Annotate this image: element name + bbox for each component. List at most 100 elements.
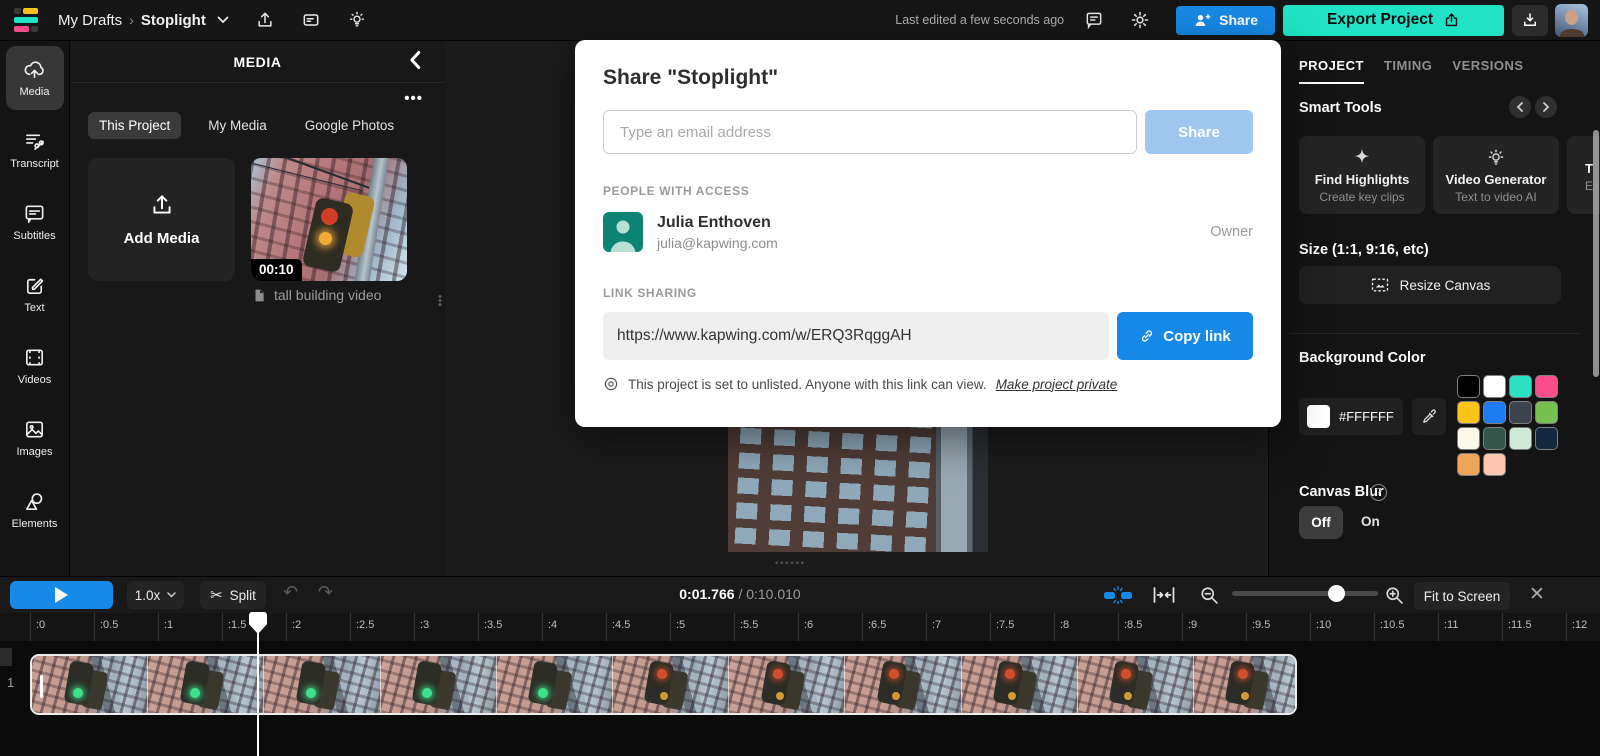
color-swatch[interactable] bbox=[1458, 454, 1479, 475]
track-control[interactable] bbox=[0, 648, 12, 666]
panel-tab-versions[interactable]: VERSIONS bbox=[1452, 58, 1523, 84]
chevron-down-icon[interactable] bbox=[217, 16, 229, 24]
video-clip[interactable] bbox=[30, 654, 1297, 715]
sidebar-item-images[interactable]: Images bbox=[6, 406, 64, 470]
eyedropper-button[interactable] bbox=[1412, 398, 1446, 435]
collapse-panel-icon[interactable] bbox=[407, 50, 423, 70]
smart-tool-label: Find Highlights bbox=[1315, 172, 1410, 187]
media-icon bbox=[23, 58, 46, 81]
color-swatch[interactable] bbox=[1536, 428, 1557, 449]
scrollbar[interactable] bbox=[1593, 130, 1599, 377]
timeline-ruler[interactable]: :0:0.5:1:1.5:2:2.5:3:3.5:4:4.5:5:5.5:6:6… bbox=[0, 612, 1600, 641]
media-tab-my-media[interactable]: My Media bbox=[197, 112, 278, 139]
canvas-blur-on-button[interactable]: On bbox=[1361, 514, 1380, 529]
resize-canvas-button[interactable]: Resize Canvas bbox=[1299, 266, 1561, 304]
media-tab-google-photos[interactable]: Google Photos bbox=[294, 112, 405, 139]
color-swatch[interactable] bbox=[1484, 454, 1505, 475]
timeline-resize-handle[interactable]: •••••• bbox=[775, 558, 806, 568]
sidebar-item-text[interactable]: Text bbox=[6, 262, 64, 326]
help-icon[interactable] bbox=[1370, 484, 1387, 501]
ruler-label: :0.5 bbox=[100, 619, 118, 631]
user-avatar[interactable] bbox=[1555, 4, 1588, 37]
kapwing-logo[interactable] bbox=[14, 8, 40, 32]
clip-frame-thumbnail bbox=[264, 656, 380, 713]
sidebar-item-media[interactable]: Media bbox=[6, 46, 64, 110]
play-icon bbox=[55, 587, 68, 603]
zoom-in-icon[interactable] bbox=[1384, 585, 1405, 606]
redo-icon[interactable]: ↷ bbox=[318, 582, 333, 603]
ruler-label: :9.5 bbox=[1252, 619, 1270, 631]
media-tab-this-project[interactable]: This Project bbox=[88, 112, 181, 139]
export-project-button[interactable]: Export Project bbox=[1283, 5, 1504, 36]
person-role: Owner bbox=[1210, 224, 1253, 240]
clip-trim-handle[interactable] bbox=[40, 675, 43, 698]
color-swatch[interactable] bbox=[1458, 402, 1479, 423]
ruler-label: :2.5 bbox=[356, 619, 374, 631]
color-swatch[interactable] bbox=[1458, 376, 1479, 397]
more-options-icon[interactable]: ••• bbox=[404, 90, 423, 107]
canvas-blur-off-button[interactable]: Off bbox=[1299, 506, 1343, 539]
person-row: Julia Enthoven julia@kapwing.com Owner bbox=[603, 212, 1253, 252]
color-swatch[interactable] bbox=[1510, 376, 1531, 397]
sidebar-item-subtitles[interactable]: Subtitles bbox=[6, 190, 64, 254]
hex-value: #FFFFFF bbox=[1339, 409, 1394, 424]
split-button[interactable]: ✂ Split bbox=[200, 581, 266, 609]
sidebar-item-videos[interactable]: Videos bbox=[6, 334, 64, 398]
download-button[interactable] bbox=[1512, 5, 1548, 36]
panel-resize-handle[interactable]: ••• bbox=[438, 295, 442, 307]
timeline-tracks: 1 bbox=[0, 641, 1600, 756]
ruler-tick bbox=[1182, 612, 1183, 641]
gear-icon[interactable] bbox=[1130, 10, 1150, 30]
modal-share-button[interactable]: Share bbox=[1145, 110, 1253, 154]
make-project-private-link[interactable]: Make project private bbox=[996, 377, 1118, 392]
lightbulb-icon[interactable] bbox=[347, 10, 367, 30]
color-swatch[interactable] bbox=[1458, 428, 1479, 449]
undo-icon[interactable]: ↶ bbox=[283, 582, 298, 603]
video-caption-label[interactable]: tall building video bbox=[274, 287, 381, 303]
color-swatch[interactable] bbox=[1536, 376, 1557, 397]
slider-knob[interactable] bbox=[1328, 585, 1345, 602]
video-canvas-preview[interactable] bbox=[728, 420, 988, 552]
color-swatch-grid bbox=[1458, 376, 1568, 475]
file-icon bbox=[252, 288, 266, 303]
color-swatch[interactable] bbox=[1536, 402, 1557, 423]
smart-tool-find-highlights[interactable]: Find HighlightsCreate key clips bbox=[1299, 136, 1425, 214]
notes-icon[interactable] bbox=[301, 10, 321, 30]
share-button[interactable]: Share bbox=[1176, 6, 1275, 35]
snap-toggle-icon[interactable] bbox=[1103, 586, 1133, 604]
smart-tools-cards: Find HighlightsCreate key clipsVideo Gen… bbox=[1299, 136, 1600, 214]
zoom-out-icon[interactable] bbox=[1199, 585, 1220, 606]
panel-tab-timing[interactable]: TIMING bbox=[1384, 58, 1433, 84]
color-swatch[interactable] bbox=[1484, 402, 1505, 423]
breadcrumb-project[interactable]: Stoplight bbox=[141, 12, 206, 29]
color-swatch[interactable] bbox=[1510, 402, 1531, 423]
close-icon[interactable]: ✕ bbox=[1529, 583, 1545, 606]
timeline-zoom-slider[interactable] bbox=[1232, 591, 1378, 596]
chevron-left-icon[interactable] bbox=[1509, 96, 1531, 118]
fit-to-screen-button[interactable]: Fit to Screen bbox=[1414, 582, 1510, 610]
sidebar-item-elements[interactable]: Elements bbox=[6, 478, 64, 542]
background-hex-field[interactable]: #FFFFFF bbox=[1299, 398, 1403, 435]
breadcrumb-folder[interactable]: My Drafts bbox=[58, 12, 122, 29]
playback-speed-dropdown[interactable]: 1.0x bbox=[127, 581, 184, 609]
fit-timeline-icon[interactable] bbox=[1152, 585, 1176, 605]
color-swatch[interactable] bbox=[1510, 428, 1531, 449]
video-caption: tall building video bbox=[252, 287, 422, 303]
play-button[interactable] bbox=[10, 581, 113, 609]
upload-icon[interactable] bbox=[255, 10, 275, 30]
share-link-field[interactable]: https://www.kapwing.com/w/ERQ3RqggAH bbox=[603, 312, 1109, 360]
color-swatch[interactable] bbox=[1484, 428, 1505, 449]
panel-tab-project[interactable]: PROJECT bbox=[1299, 58, 1364, 84]
copy-link-button[interactable]: Copy link bbox=[1117, 312, 1253, 360]
video-thumbnail[interactable]: 00:10 bbox=[251, 158, 407, 281]
email-input[interactable] bbox=[603, 110, 1137, 154]
color-swatch[interactable] bbox=[1484, 376, 1505, 397]
sidebar-item-transcript[interactable]: Transcript bbox=[6, 118, 64, 182]
smart-tool-video-generator[interactable]: Video GeneratorText to video AI bbox=[1433, 136, 1559, 214]
comment-icon[interactable] bbox=[1084, 10, 1104, 30]
chevron-right-icon[interactable] bbox=[1535, 96, 1557, 118]
add-media-button[interactable]: Add Media bbox=[88, 158, 235, 281]
link-icon bbox=[1139, 328, 1155, 344]
sidebar-item-label: Text bbox=[24, 302, 44, 314]
person-add-icon bbox=[1193, 12, 1211, 28]
